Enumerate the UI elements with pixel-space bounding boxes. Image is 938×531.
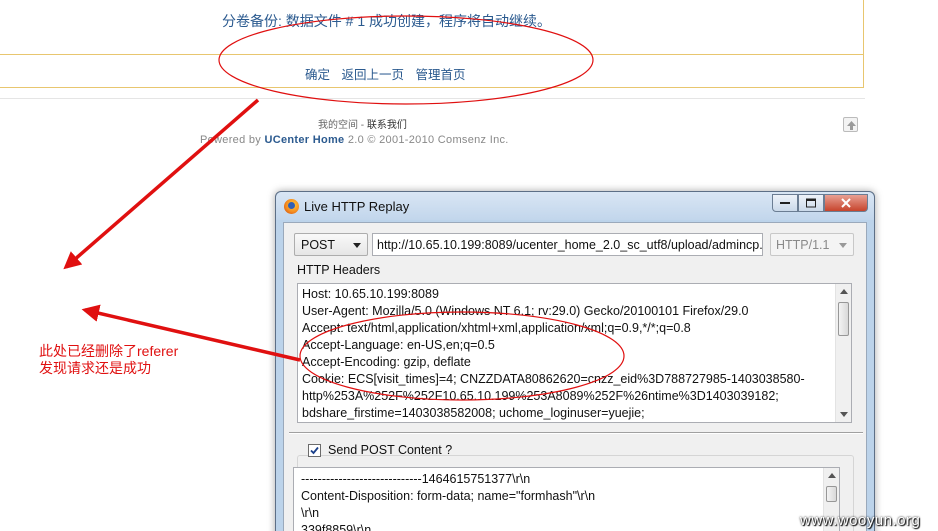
annotation-line: 发现请求还是成功 [39,360,151,376]
annotation-line: 此处已经删除了referer [39,343,179,359]
highlight-ellipse-top [218,15,594,105]
annotation-note: 此处已经删除了referer 发现请求还是成功 [39,343,178,377]
arrow-to-left-1 [63,98,260,270]
highlight-ellipse-headers [299,311,625,401]
annotation-overlay [63,15,625,401]
watermark: www.wooyun.org [800,512,921,529]
